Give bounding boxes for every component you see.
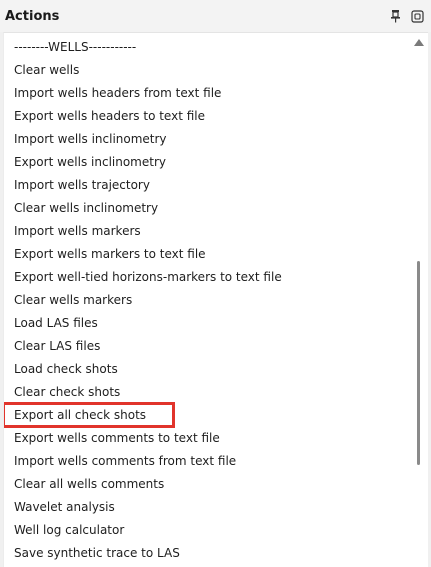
- list-item[interactable]: Export wells headers to text file: [14, 105, 205, 127]
- list-item[interactable]: Clear wells markers: [14, 289, 132, 311]
- list-item[interactable]: Well log calculator: [14, 519, 124, 541]
- list-item[interactable]: Load LAS files: [14, 312, 98, 334]
- list-item[interactable]: Save synthetic trace to LAS: [14, 542, 180, 564]
- list-item[interactable]: Clear check shots: [14, 381, 120, 403]
- list-item[interactable]: Export wells markers to text file: [14, 243, 206, 265]
- list-item[interactable]: Export wells inclinometry: [14, 151, 166, 173]
- list-item[interactable]: Import wells inclinometry: [14, 128, 167, 150]
- list-item[interactable]: Export wells comments to text file: [14, 427, 220, 449]
- scroll-up-arrow-icon[interactable]: [414, 39, 424, 46]
- list-item[interactable]: --------WELLS-----------: [14, 36, 136, 58]
- list-item[interactable]: Wavelet analysis: [14, 496, 115, 518]
- list-item[interactable]: Clear all wells comments: [14, 473, 164, 495]
- list-item[interactable]: Clear wells: [14, 59, 79, 81]
- list-item[interactable]: Clear LAS files: [14, 335, 100, 357]
- actions-list[interactable]: --------WELLS----------- Clear wells Imp…: [3, 32, 428, 567]
- list-item[interactable]: Import wells markers: [14, 220, 141, 242]
- list-item[interactable]: Load check shots: [14, 358, 118, 380]
- scrollbar-thumb[interactable]: [417, 261, 420, 465]
- float-window-icon[interactable]: [411, 9, 424, 23]
- list-item[interactable]: Clear wells inclinometry: [14, 197, 158, 219]
- list-item[interactable]: Import wells comments from text file: [14, 450, 236, 472]
- list-item-highlighted[interactable]: Export all check shots: [4, 402, 176, 428]
- list-item[interactable]: Export well-tied horizons-markers to tex…: [14, 266, 282, 288]
- actions-panel-header: Actions: [0, 0, 431, 32]
- list-item[interactable]: Import wells headers from text file: [14, 82, 221, 104]
- panel-title: Actions: [5, 9, 60, 24]
- list-item[interactable]: Import wells trajectory: [14, 174, 150, 196]
- pin-icon[interactable]: [389, 9, 402, 23]
